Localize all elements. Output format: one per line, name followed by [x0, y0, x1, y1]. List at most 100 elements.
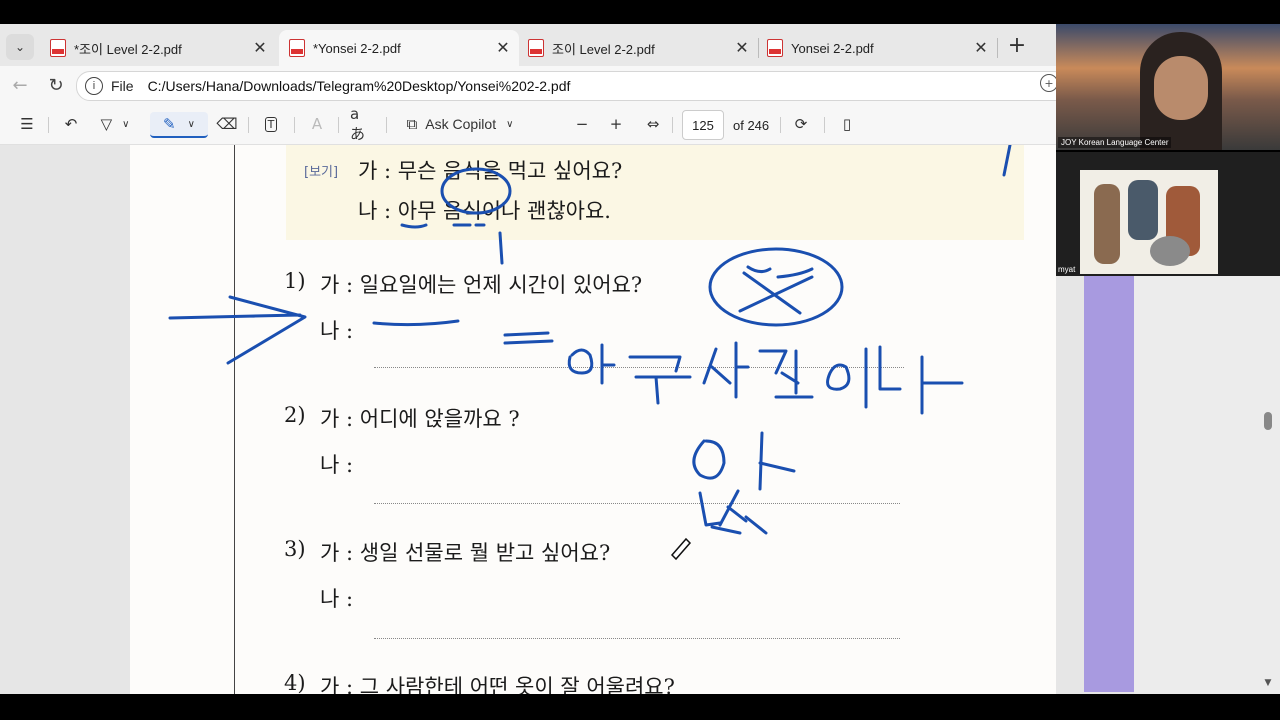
cursor-pen-icon	[670, 537, 692, 561]
read-aloud-icon: aあ	[350, 104, 366, 143]
close-icon[interactable]: ✕	[732, 38, 752, 58]
new-tab-button[interactable]: +	[1004, 32, 1030, 58]
pdf-icon	[289, 39, 305, 57]
undo-icon: ↶	[64, 115, 78, 133]
zoom-icon[interactable]: +	[1040, 74, 1056, 92]
tab-yonsei[interactable]: Yonsei 2-2.pdf ✕	[757, 30, 997, 66]
tab-strip: ⌄ *조이 Level 2-2.pdf ✕ *Yonsei 2-2.pdf ✕ …	[0, 24, 1056, 66]
fit-width-icon: ⇔	[646, 115, 660, 133]
rotate-button[interactable]: ⟳	[790, 112, 812, 136]
illustration-figure	[1128, 180, 1158, 240]
ask-copilot-button[interactable]: ⧉ Ask Copilot ∨	[398, 112, 522, 136]
toolbar-divider	[780, 117, 781, 133]
pdf-icon	[50, 39, 66, 57]
tab-title: 조이 Level 2-2.pdf	[552, 41, 655, 57]
ink-mark	[498, 231, 504, 265]
scrollbar-thumb[interactable]	[1264, 412, 1272, 430]
close-icon[interactable]: ✕	[971, 38, 991, 58]
ink-circle	[708, 247, 844, 327]
ink-scribble	[746, 265, 814, 279]
highlighter-icon: ▽	[100, 115, 113, 133]
highlight-button[interactable]: ▽ ∨	[94, 112, 136, 136]
video-tile-host[interactable]: JOY Korean Language Center	[1056, 24, 1280, 150]
contents-button[interactable]: ☰	[16, 112, 38, 136]
arrow-left-icon: ←	[12, 74, 28, 96]
browser-window: ⌄ *조이 Level 2-2.pdf ✕ *Yonsei 2-2.pdf ✕ …	[0, 24, 1056, 694]
add-text-button[interactable]: T	[260, 112, 282, 136]
ink-underline	[372, 319, 460, 327]
participant-avatar-image	[1080, 170, 1218, 274]
pen-icon: ✎	[163, 115, 176, 133]
pdf-icon	[528, 39, 544, 57]
ink-mark	[1002, 145, 1012, 177]
tab-joy-level-modified[interactable]: *조이 Level 2-2.pdf ✕	[40, 30, 276, 66]
ink-letter	[567, 348, 594, 375]
pdf-icon	[767, 39, 783, 57]
minus-icon: −	[575, 115, 589, 133]
ink-underline	[400, 223, 428, 229]
video-tile-participant[interactable]: myat	[1056, 152, 1280, 276]
tab-list-button[interactable]: ⌄	[6, 34, 34, 60]
ink-arrow	[168, 295, 307, 365]
toolbar-divider	[824, 117, 825, 133]
back-button[interactable]: ←	[8, 74, 32, 96]
tab-title: *Yonsei 2-2.pdf	[313, 40, 401, 56]
toolbar-divider	[294, 117, 295, 133]
scrollbar-track[interactable]	[1262, 276, 1274, 692]
ink-letter	[826, 347, 868, 409]
rotate-icon: ⟳	[794, 115, 808, 133]
address-bar[interactable]: i File C:/Users/Hana/Downloads/Telegram%…	[76, 71, 1056, 101]
draw-button[interactable]: ✎ ∨	[150, 112, 208, 138]
refresh-icon: ↻	[48, 74, 64, 96]
page-view-button[interactable]: ▯	[836, 112, 858, 136]
erase-button[interactable]: ⌫	[216, 112, 238, 136]
fit-page-button[interactable]: ⇔	[642, 112, 664, 136]
undo-button[interactable]: ↶	[60, 112, 82, 136]
pdf-toolbar: ☰ ↶ ▽ ∨ ✎ ∨ ⌫ T A aあ ⧉ Ask Copilot ∨ − + ⇔…	[0, 104, 1056, 145]
scroll-down-arrow[interactable]: ▼	[1262, 678, 1274, 690]
ink-cross	[738, 271, 814, 315]
pdf-viewer[interactable]: [보기] 가 : 무슨 음식을 먹고 싶어요? 나 : 아무 음식이나 괜찮아요…	[0, 145, 1056, 694]
list-icon: ☰	[20, 115, 34, 133]
ink-circle	[440, 167, 512, 215]
zoom-out-button[interactable]: −	[572, 112, 592, 136]
tab-title: Yonsei 2-2.pdf	[791, 40, 874, 56]
close-icon[interactable]: ✕	[250, 38, 270, 58]
right-panel-background	[1134, 276, 1280, 694]
ink-letter	[702, 341, 750, 399]
ask-copilot-label: Ask Copilot	[425, 116, 497, 132]
page-count: of 246	[733, 118, 770, 133]
tab-joy-level[interactable]: 조이 Level 2-2.pdf ✕	[518, 30, 758, 66]
illustration-drum	[1150, 236, 1190, 266]
plus-icon: +	[1007, 32, 1027, 58]
text-formatting-button[interactable]: A	[306, 112, 328, 136]
participant-face	[1154, 56, 1208, 120]
chevron-down-icon: ∨	[122, 118, 130, 130]
illustration-figure	[1094, 184, 1120, 264]
ink-letter	[628, 355, 692, 405]
read-aloud-button[interactable]: aあ	[350, 105, 374, 143]
ink-letter	[698, 489, 768, 535]
info-icon[interactable]: i	[85, 77, 103, 95]
tab-divider	[997, 38, 998, 58]
close-icon[interactable]: ✕	[493, 38, 513, 58]
ink-letter	[758, 349, 814, 399]
ink-equals	[503, 331, 554, 345]
page-number-input[interactable]: 125	[682, 110, 724, 140]
tab-yonsei-modified[interactable]: *Yonsei 2-2.pdf ✕	[279, 30, 519, 66]
page-view-icon: ▯	[842, 115, 852, 133]
tab-title: *조이 Level 2-2.pdf	[74, 41, 182, 57]
toolbar-divider	[248, 117, 249, 133]
toolbar-divider	[386, 117, 387, 133]
refresh-button[interactable]: ↻	[44, 74, 68, 96]
zoom-in-button[interactable]: +	[606, 112, 626, 136]
top-black-bar	[0, 0, 1280, 24]
chevron-down-icon: ∨	[506, 118, 514, 130]
copilot-icon: ⧉	[406, 115, 418, 133]
toolbar-divider	[672, 117, 673, 133]
url-text[interactable]: C:/Users/Hana/Downloads/Telegram%20Deskt…	[148, 78, 571, 94]
ink-letter	[600, 343, 616, 385]
plus-icon: +	[609, 115, 623, 133]
eraser-icon: ⌫	[216, 115, 238, 133]
bottom-black-bar	[0, 694, 1280, 720]
